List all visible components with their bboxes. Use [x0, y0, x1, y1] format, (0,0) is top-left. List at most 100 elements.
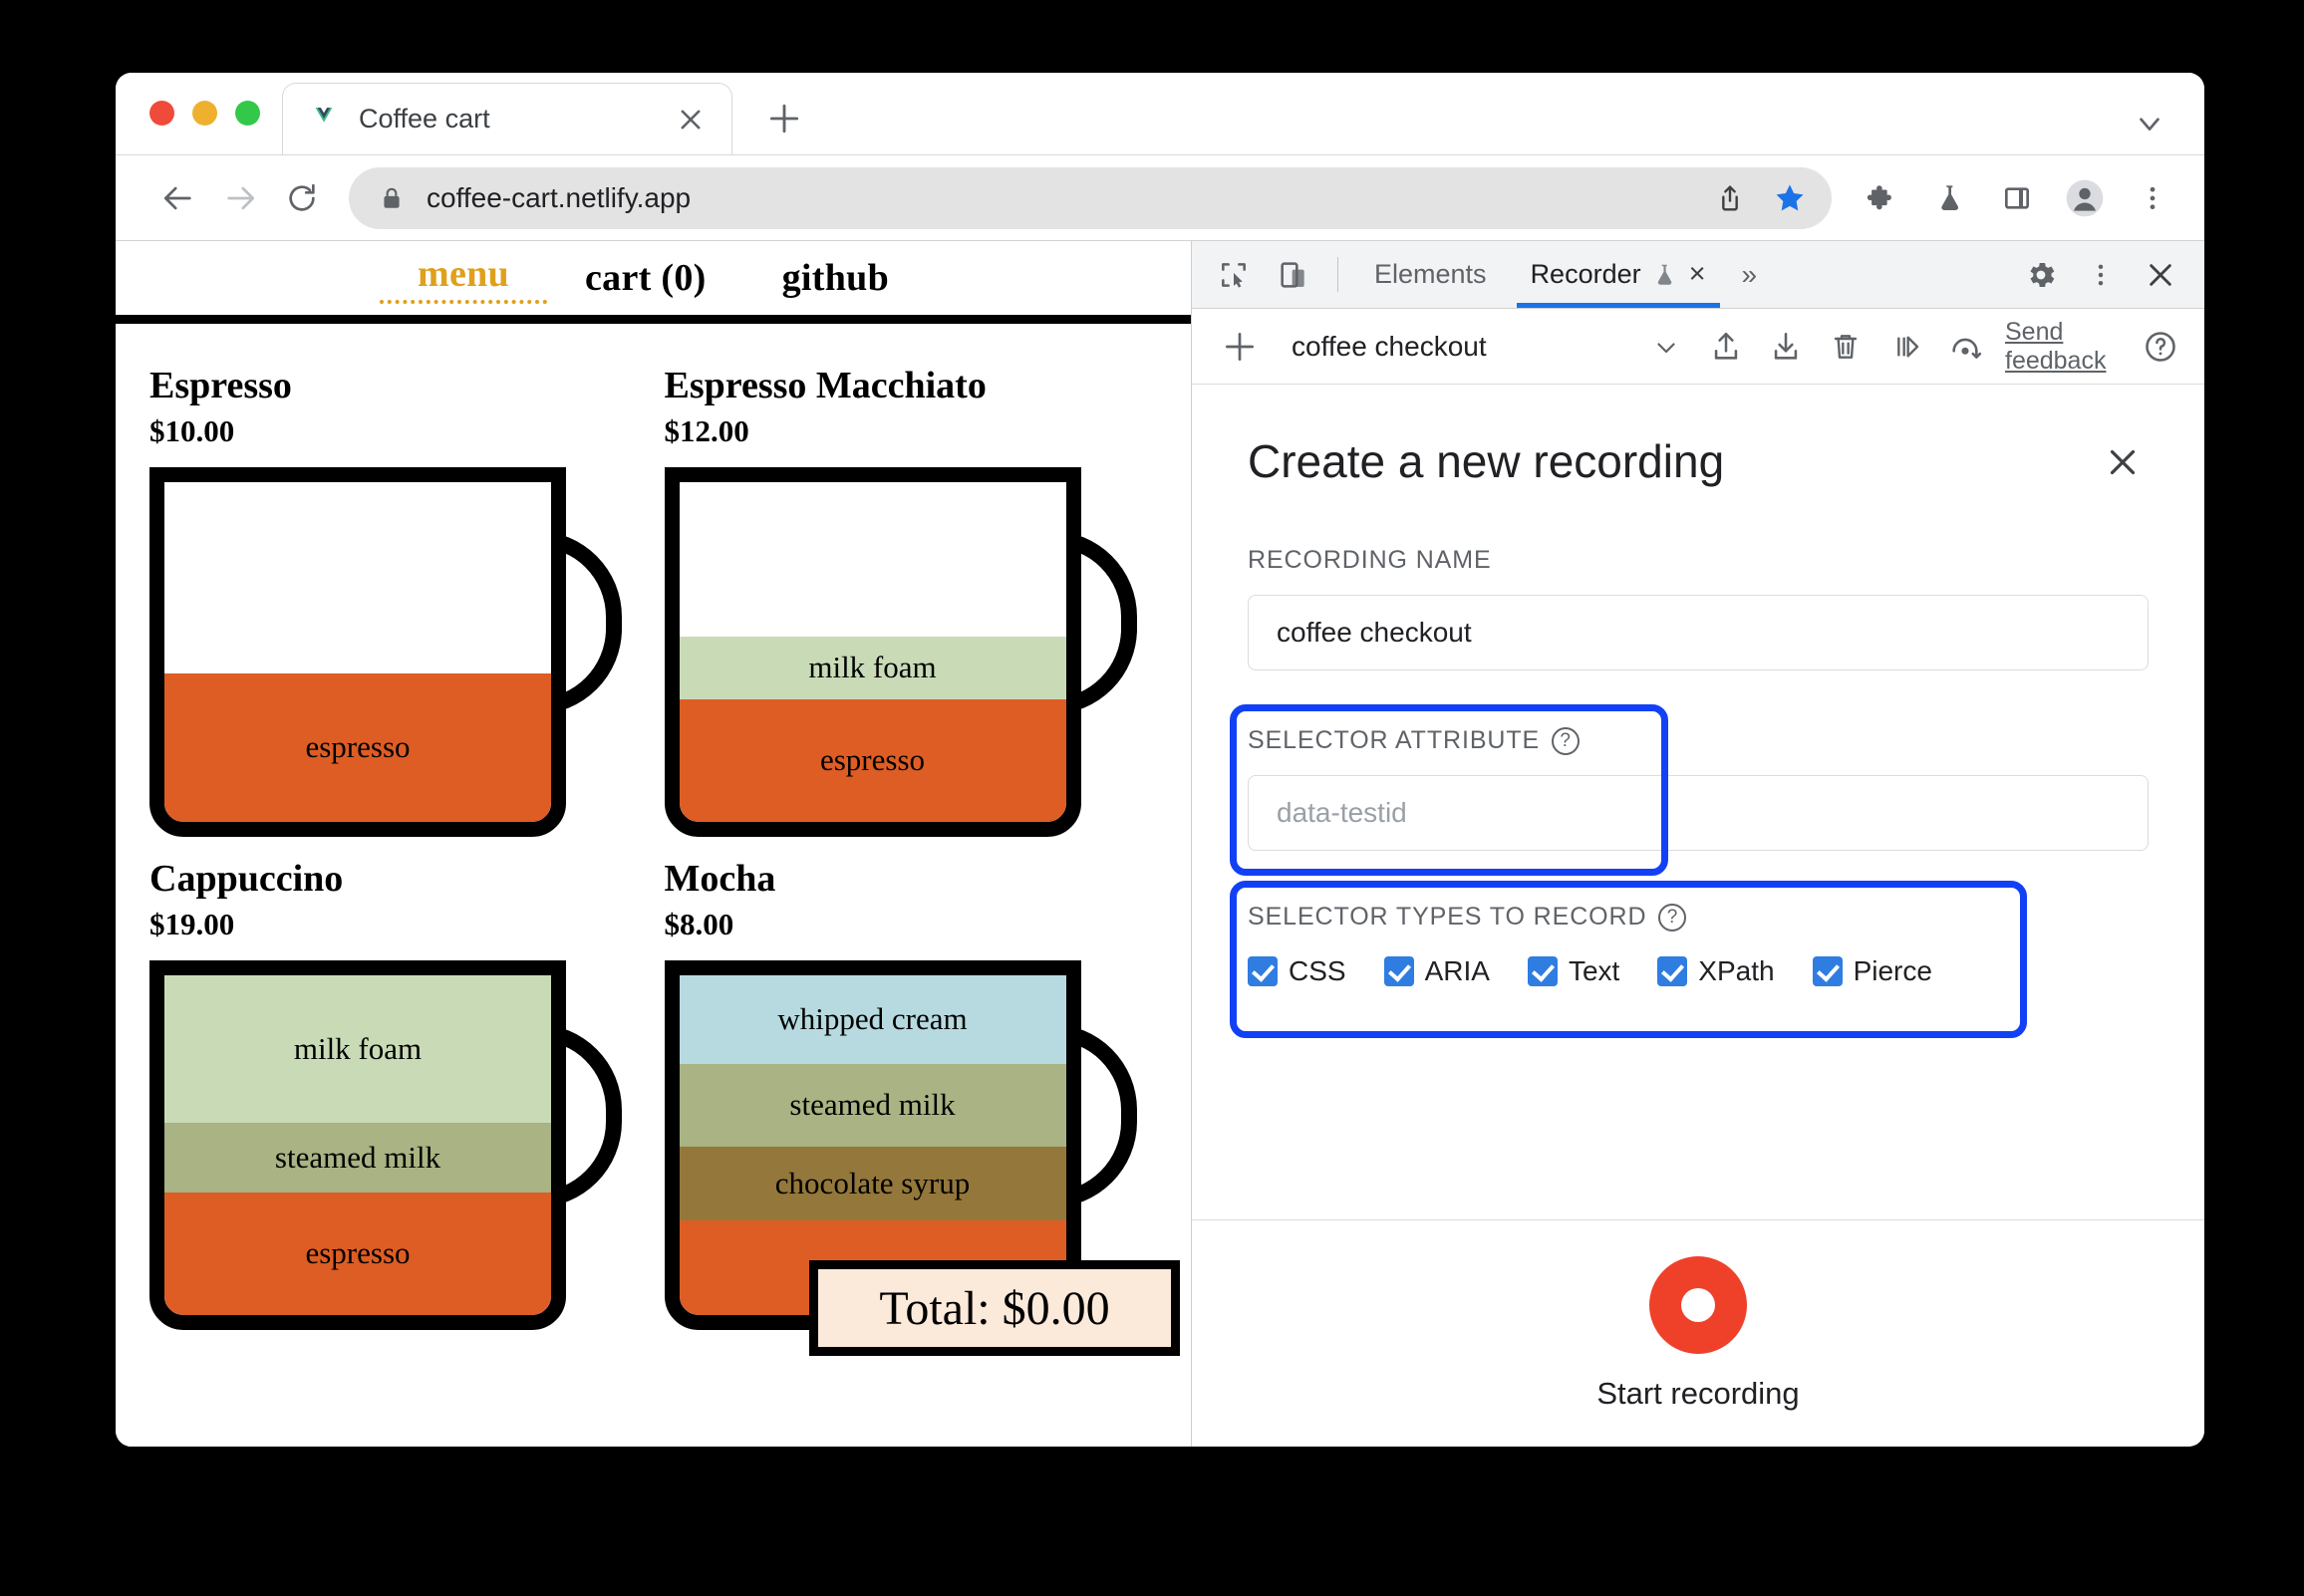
- start-recording-label: Start recording: [1596, 1375, 1800, 1411]
- question-mark-icon[interactable]: ?: [1552, 726, 1581, 755]
- screenshot-root: Coffee cart coffee-cart.netlify.app menu…: [0, 0, 2304, 1596]
- product-card-mocha[interactable]: Mocha $8.00 whipped cream steamed milk c…: [664, 857, 1158, 1330]
- gear-icon[interactable]: [2011, 258, 2071, 292]
- close-icon[interactable]: [674, 103, 708, 136]
- share-icon[interactable]: [1704, 172, 1756, 224]
- product-card-cappuccino[interactable]: Cappuccino $19.00 milk foam steamed milk…: [149, 857, 643, 1330]
- three-dot-menu-icon[interactable]: [2071, 261, 2131, 289]
- plus-icon[interactable]: [1212, 319, 1268, 375]
- nav-link-menu[interactable]: menu: [379, 252, 547, 304]
- product-card-espresso-macchiato[interactable]: Espresso Macchiato $12.00 milk foam espr…: [664, 364, 1158, 837]
- nav-link-github[interactable]: github: [744, 256, 927, 300]
- replay-step-icon[interactable]: [1877, 319, 1933, 375]
- close-devtools-icon[interactable]: [2131, 259, 2190, 291]
- three-dot-menu-icon[interactable]: [2129, 174, 2176, 222]
- close-window-button[interactable]: [149, 101, 174, 126]
- mug-layer-chocolate-syrup: chocolate syrup: [679, 1146, 1066, 1220]
- checkbox-checked-icon[interactable]: [1248, 956, 1278, 986]
- selector-types-label-text: SELECTOR TYPES TO RECORD: [1248, 903, 1647, 931]
- mug-layer-empty: [679, 481, 1066, 637]
- devtools-tab-bar: Elements Recorder × »: [1192, 241, 2204, 309]
- checkbox-pierce-label: Pierce: [1853, 955, 1932, 986]
- checkbox-xpath[interactable]: XPath: [1657, 955, 1775, 987]
- record-button[interactable]: [1649, 1255, 1747, 1354]
- devtools-panel: Elements Recorder × » coffee checkout Se…: [1191, 241, 2204, 1447]
- question-mark-icon[interactable]: [2133, 319, 2188, 375]
- create-recording-header: Create a new recording: [1248, 436, 2149, 488]
- mug-layer-whipped-cream: whipped cream: [679, 974, 1066, 1064]
- mug-layer-steamed-milk: steamed milk: [679, 1063, 1066, 1147]
- maximize-window-button[interactable]: [235, 101, 260, 126]
- mug-layer-empty: [164, 481, 551, 673]
- vue-logo-icon: [309, 105, 339, 134]
- omnibox[interactable]: coffee-cart.netlify.app: [349, 166, 1832, 229]
- checkbox-aria[interactable]: ARIA: [1383, 955, 1490, 987]
- lock-icon: [379, 183, 405, 213]
- omnibox-url: coffee-cart.netlify.app: [427, 181, 692, 213]
- avatar-icon[interactable]: [2061, 174, 2109, 222]
- forward-arrow-icon[interactable]: [209, 167, 271, 229]
- checkbox-checked-icon[interactable]: [1527, 956, 1558, 986]
- recorder-selected-recording[interactable]: coffee checkout: [1292, 331, 1487, 363]
- checkbox-checked-icon[interactable]: [1812, 956, 1843, 986]
- omnibox-actions: [1704, 172, 1822, 224]
- nav-link-cart[interactable]: cart (0): [547, 256, 744, 300]
- tab-elements-label: Elements: [1374, 259, 1487, 289]
- checkbox-text-label: Text: [1568, 955, 1620, 986]
- selector-types-label: SELECTOR TYPES TO RECORD ?: [1248, 903, 2149, 931]
- product-name: Espresso Macchiato: [664, 365, 987, 406]
- selector-attribute-label-text: SELECTOR ATTRIBUTE: [1248, 726, 1541, 754]
- window-traffic-lights: [116, 73, 282, 154]
- tab-elements[interactable]: Elements: [1352, 241, 1509, 308]
- checkbox-text[interactable]: Text: [1527, 955, 1620, 987]
- cart-total-tooltip: Total: $0.00: [809, 1260, 1180, 1356]
- tab-recorder[interactable]: Recorder ×: [1509, 241, 1728, 308]
- upload-icon[interactable]: [1698, 319, 1754, 375]
- selector-attribute-input[interactable]: data-testid: [1248, 775, 2149, 851]
- measure-performance-icon[interactable]: [1937, 319, 1993, 375]
- mug-graphic: milk foam steamed milk espresso: [149, 959, 622, 1330]
- device-toolbar-icon[interactable]: [1264, 241, 1323, 308]
- minimize-window-button[interactable]: [192, 101, 217, 126]
- new-tab-button[interactable]: [758, 93, 810, 144]
- cart-total-text: Total: $0.00: [879, 1281, 1110, 1335]
- puzzle-icon[interactable]: [1858, 174, 1905, 222]
- chevron-down-icon[interactable]: [1638, 319, 1694, 375]
- checkbox-checked-icon[interactable]: [1657, 956, 1688, 986]
- tab-list-chevron-down-icon[interactable]: [2133, 107, 2166, 140]
- mug-layer-espresso: espresso: [164, 1192, 551, 1315]
- product-price: $12.00: [664, 412, 749, 448]
- send-feedback-link[interactable]: Send feedback: [2005, 318, 2123, 375]
- more-tabs-icon[interactable]: »: [1728, 241, 1772, 308]
- star-icon[interactable]: [1764, 172, 1816, 224]
- browser-tab-coffee-cart[interactable]: Coffee cart: [282, 83, 732, 154]
- product-price: $10.00: [149, 412, 235, 448]
- flask-icon[interactable]: [1925, 174, 1973, 222]
- checkbox-css[interactable]: CSS: [1248, 955, 1346, 987]
- checkbox-pierce[interactable]: Pierce: [1812, 955, 1932, 987]
- selector-types-checkbox-row: CSS ARIA Text XPath Pierce: [1248, 955, 2149, 987]
- trash-icon[interactable]: [1818, 319, 1873, 375]
- question-mark-icon[interactable]: ?: [1658, 903, 1687, 931]
- mug-layer-milk-foam: milk foam: [679, 636, 1066, 699]
- browser-tab-strip: Coffee cart: [116, 73, 2204, 155]
- recording-name-input[interactable]: coffee checkout: [1248, 595, 2149, 670]
- download-icon[interactable]: [1758, 319, 1814, 375]
- close-tab-icon[interactable]: ×: [1689, 258, 1706, 291]
- browser-toolbar-icons: [1858, 174, 2176, 222]
- back-arrow-icon[interactable]: [147, 167, 209, 229]
- recorder-toolbar: coffee checkout Send feedback: [1192, 309, 2204, 385]
- flask-icon: [1651, 262, 1677, 288]
- selector-attribute-group: SELECTOR ATTRIBUTE ? data-testid: [1230, 704, 2149, 876]
- reload-icon[interactable]: [271, 167, 333, 229]
- close-icon[interactable]: [2097, 436, 2149, 488]
- product-card-espresso[interactable]: Espresso $10.00 espresso: [149, 364, 643, 837]
- browser-tab-title: Coffee cart: [359, 104, 490, 133]
- side-panel-icon[interactable]: [1993, 174, 2041, 222]
- mug-layer-espresso: espresso: [164, 672, 551, 822]
- product-name: Mocha: [664, 857, 776, 900]
- inspect-element-icon[interactable]: [1204, 241, 1264, 308]
- tab-recorder-label: Recorder: [1530, 259, 1641, 289]
- checkbox-checked-icon[interactable]: [1383, 956, 1414, 986]
- recorder-toolbar-actions: Send feedback: [1638, 318, 2188, 375]
